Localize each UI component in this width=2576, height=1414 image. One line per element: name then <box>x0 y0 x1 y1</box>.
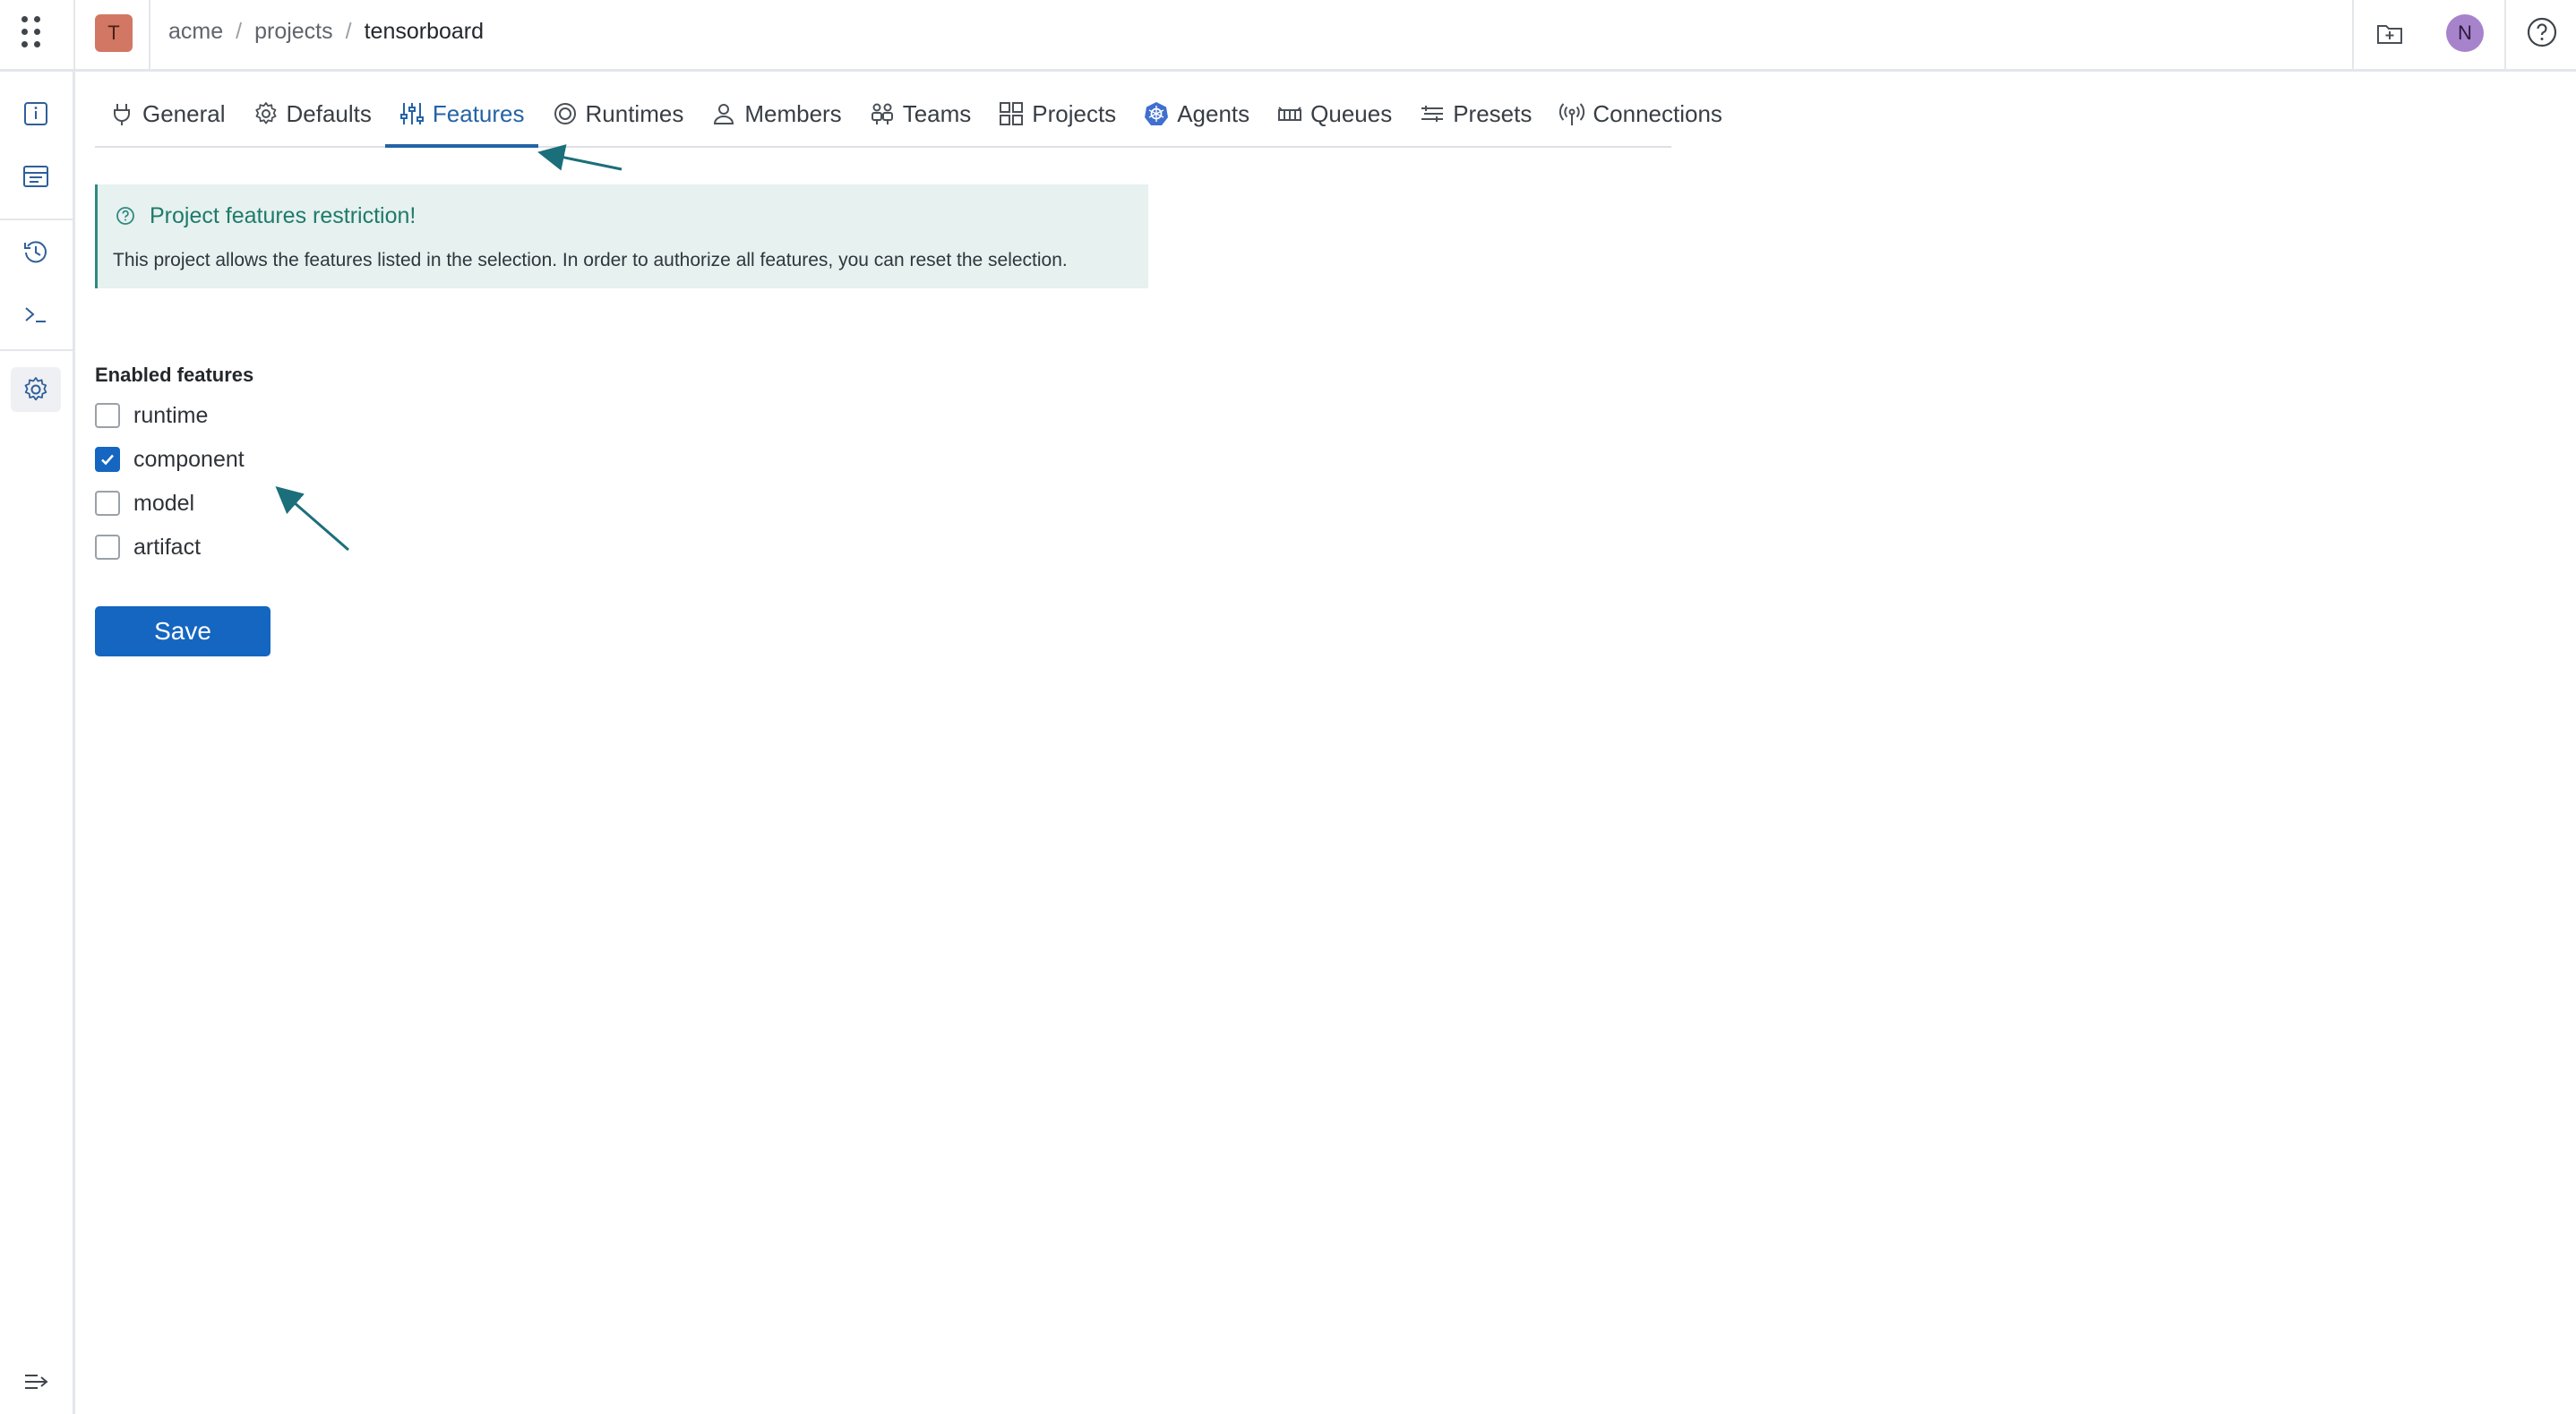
model-checkbox[interactable] <box>95 491 120 516</box>
tab-members[interactable]: Members <box>697 95 854 146</box>
tab-connections[interactable]: Connections <box>1545 95 1736 146</box>
breadcrumb-project: tensorboard <box>364 19 485 44</box>
divider <box>2504 0 2506 69</box>
tab-teams[interactable]: Teams <box>855 95 985 146</box>
save-button[interactable]: Save <box>95 606 270 656</box>
annotation-arrow <box>275 486 349 552</box>
tab-presets[interactable]: Presets <box>1405 95 1545 146</box>
expand-sidebar-icon <box>25 1375 48 1389</box>
person-icon <box>714 104 734 124</box>
dashboard-icon <box>23 166 48 187</box>
tab-projects[interactable]: Projects <box>984 95 1129 146</box>
gear-icon <box>254 102 276 124</box>
tab-label: Queues <box>1310 100 1393 127</box>
checkbox-label: runtime <box>133 402 209 428</box>
target-icon <box>554 103 576 124</box>
top-bar: T acme / projects / tensorboard N <box>0 0 2576 72</box>
enabled-features-label: Enabled features <box>95 364 254 386</box>
alert-message: This project allows the features listed … <box>113 250 1068 270</box>
annotation-arrow <box>537 144 623 171</box>
tab-label: Agents <box>1177 100 1250 127</box>
checkbox-label: component <box>133 446 245 472</box>
sidebar-expand[interactable] <box>11 1359 61 1404</box>
help-circle-icon <box>116 207 134 225</box>
plug-icon <box>114 104 130 125</box>
tab-label: General <box>142 100 226 127</box>
tab-label: Projects <box>1032 100 1117 127</box>
tab-general[interactable]: General <box>95 95 239 146</box>
app-launcher-icon[interactable] <box>21 16 52 57</box>
divider <box>2352 0 2354 69</box>
sliders-icon <box>399 103 424 124</box>
tab-label: Runtimes <box>585 100 684 127</box>
checkbox-label: artifact <box>133 534 202 560</box>
checkmark-icon <box>101 454 114 466</box>
tab-runtimes[interactable]: Runtimes <box>538 95 698 146</box>
tab-defaults[interactable]: Defaults <box>239 95 385 146</box>
sidebar-item-info[interactable] <box>11 91 61 136</box>
terminal-icon <box>25 307 46 322</box>
component-checkbox[interactable] <box>95 447 120 472</box>
project-avatar[interactable]: T <box>95 14 133 52</box>
sidebar-divider <box>0 349 73 351</box>
tab-label: Features <box>432 100 525 127</box>
breadcrumb-projects[interactable]: projects <box>254 19 333 44</box>
broadcast-icon <box>1559 103 1585 125</box>
breadcrumb: acme / projects / tensorboard <box>168 18 484 45</box>
divider <box>149 0 150 69</box>
sidebar-item-settings[interactable] <box>11 367 61 412</box>
feature-option-component[interactable]: component <box>95 445 245 474</box>
queue-icon <box>1278 107 1302 121</box>
feature-option-model[interactable]: model <box>95 489 194 518</box>
feature-option-runtime[interactable]: runtime <box>95 401 208 430</box>
grid-icon <box>1000 102 1024 125</box>
help-icon[interactable] <box>2526 16 2558 48</box>
tab-agents[interactable]: Agents <box>1129 95 1263 146</box>
breadcrumb-separator: / <box>345 19 352 44</box>
presets-icon <box>1421 106 1444 122</box>
tab-label: Connections <box>1593 100 1722 127</box>
tab-features[interactable]: Features <box>384 95 538 148</box>
teams-icon <box>871 103 893 124</box>
tab-label: Presets <box>1453 100 1533 127</box>
settings-icon <box>24 377 47 401</box>
breadcrumb-separator: / <box>236 19 243 44</box>
info-icon <box>24 102 47 125</box>
sidebar-item-history[interactable] <box>11 229 61 274</box>
tab-label: Defaults <box>286 100 372 127</box>
tab-queues[interactable]: Queues <box>1263 95 1405 146</box>
sidebar-divider <box>0 219 73 220</box>
settings-tabs: General Defaults Features Runtimes Membe… <box>95 95 1722 148</box>
artifact-checkbox[interactable] <box>95 535 120 560</box>
alert-title: Project features restriction! <box>150 203 416 228</box>
breadcrumb-org[interactable]: acme <box>168 19 223 44</box>
history-icon <box>24 241 47 263</box>
user-avatar[interactable]: N <box>2446 14 2484 52</box>
checkbox-label: model <box>133 490 195 516</box>
runtime-checkbox[interactable] <box>95 403 120 428</box>
feature-option-artifact[interactable]: artifact <box>95 533 201 561</box>
tab-label: Members <box>744 100 842 127</box>
tab-label: Teams <box>902 100 972 127</box>
divider <box>73 0 75 69</box>
kubernetes-icon <box>1145 102 1169 125</box>
feature-restriction-alert: Project features restriction! This proje… <box>95 184 1148 288</box>
new-folder-icon[interactable] <box>2374 18 2406 50</box>
sidebar <box>0 72 75 1414</box>
sidebar-item-terminal[interactable] <box>11 292 61 337</box>
sidebar-item-dashboard[interactable] <box>11 154 61 199</box>
